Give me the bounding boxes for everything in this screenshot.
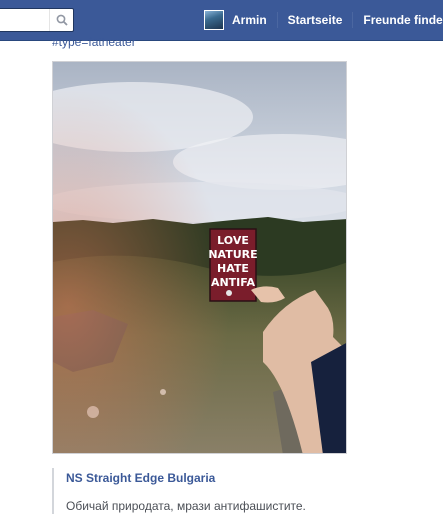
home-link[interactable]: Startseite xyxy=(288,13,343,27)
nav-divider xyxy=(352,12,354,28)
news-feed-content: #type=fatheater LOVE NATURE HATE ANTIFA … xyxy=(0,35,443,519)
avatar[interactable] xyxy=(204,10,224,30)
sign-line-3: HATE xyxy=(217,262,249,275)
hashtag-link[interactable]: #type=fatheater xyxy=(52,35,136,49)
link-attachment: NS Straight Edge Bulgaria Обичай природа… xyxy=(52,468,382,514)
post-description: Обичай природата, мрази антифашистите. xyxy=(66,499,306,513)
profile-link[interactable]: Armin xyxy=(232,13,267,27)
sign-line-1: LOVE xyxy=(217,234,249,247)
search-button[interactable] xyxy=(49,9,73,31)
nav-divider xyxy=(276,12,278,28)
find-friends-link[interactable]: Freunde finden xyxy=(363,13,443,27)
search-box xyxy=(0,8,74,32)
post-photo[interactable]: LOVE NATURE HATE ANTIFA xyxy=(52,61,347,454)
sign-line-2: NATURE xyxy=(208,248,257,261)
landscape-photo: LOVE NATURE HATE ANTIFA xyxy=(53,62,346,453)
search-input[interactable] xyxy=(0,9,47,31)
sign-line-4: ANTIFA xyxy=(211,276,256,289)
header-nav: Armin Startseite Freunde finden xyxy=(204,9,443,31)
page-link[interactable]: NS Straight Edge Bulgaria xyxy=(66,471,382,485)
search-icon xyxy=(56,14,68,26)
